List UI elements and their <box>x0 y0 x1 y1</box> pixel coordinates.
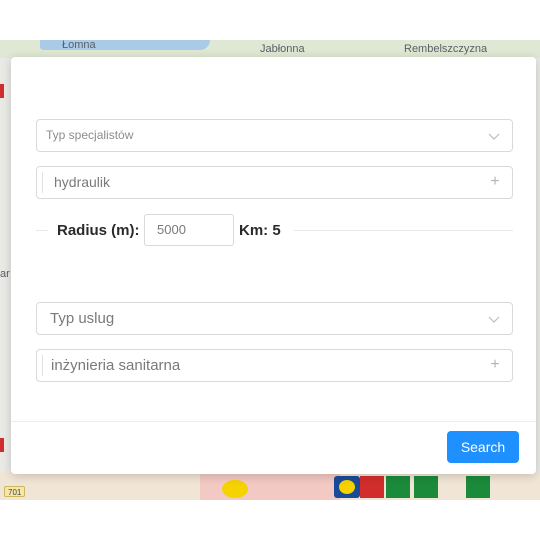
plus-icon[interactable]: + <box>488 357 502 373</box>
map-label-lomna: Łomna <box>62 40 96 51</box>
map-road-badge: 701 <box>4 486 26 497</box>
divider <box>294 230 513 231</box>
tag-divider <box>42 355 43 376</box>
service-tag-value: inżynieria sanitarna <box>51 357 181 374</box>
map-city-area <box>200 472 340 500</box>
specialist-tag-value: hydraulik <box>54 174 111 190</box>
chevron-down-icon <box>488 133 500 140</box>
map-label-jablonna: Jabłonna <box>260 43 305 55</box>
chevron-down-icon <box>488 316 500 323</box>
radius-km-label: Km: 5 <box>239 222 281 239</box>
radius-input[interactable]: 5000 <box>144 214 234 246</box>
service-type-placeholder: Typ uslug <box>50 310 115 327</box>
search-button[interactable]: Search <box>447 431 519 463</box>
map-poi-pharmacy-icon[interactable] <box>466 476 490 498</box>
search-modal: Typ specjalistów hydraulik + Radius (m):… <box>11 57 536 474</box>
specialist-tag-field[interactable]: hydraulik + <box>36 166 513 199</box>
map-poi-lidl-icon[interactable] <box>334 476 360 498</box>
map-marker <box>0 438 4 452</box>
map-marker <box>0 84 4 98</box>
service-type-select[interactable]: Typ uslug <box>36 302 513 335</box>
map-poi-pharmacy-icon[interactable] <box>386 476 410 498</box>
plus-icon[interactable]: + <box>488 174 502 190</box>
page: Łomna Jabłonna Rembelszczyzna ar 701 Typ… <box>0 0 540 540</box>
map-label-partial: ar <box>0 268 10 280</box>
specialist-type-select[interactable]: Typ specjalistów <box>36 119 513 152</box>
divider <box>36 230 48 231</box>
modal-footer-divider <box>11 421 536 422</box>
service-tag-field[interactable]: inżynieria sanitarna + <box>36 349 513 382</box>
tag-divider <box>42 172 43 193</box>
map-label-rembelszczyzna: Rembelszczyzna <box>404 43 488 55</box>
map-poi-icon[interactable] <box>222 480 248 498</box>
map-poi-icon[interactable] <box>360 476 384 498</box>
radius-label: Radius (m): <box>57 222 140 239</box>
radius-row: Radius (m): 5000 Km: 5 <box>36 214 513 247</box>
specialist-type-placeholder: Typ specjalistów <box>46 128 134 142</box>
map-poi-pharmacy-icon[interactable] <box>414 476 438 498</box>
